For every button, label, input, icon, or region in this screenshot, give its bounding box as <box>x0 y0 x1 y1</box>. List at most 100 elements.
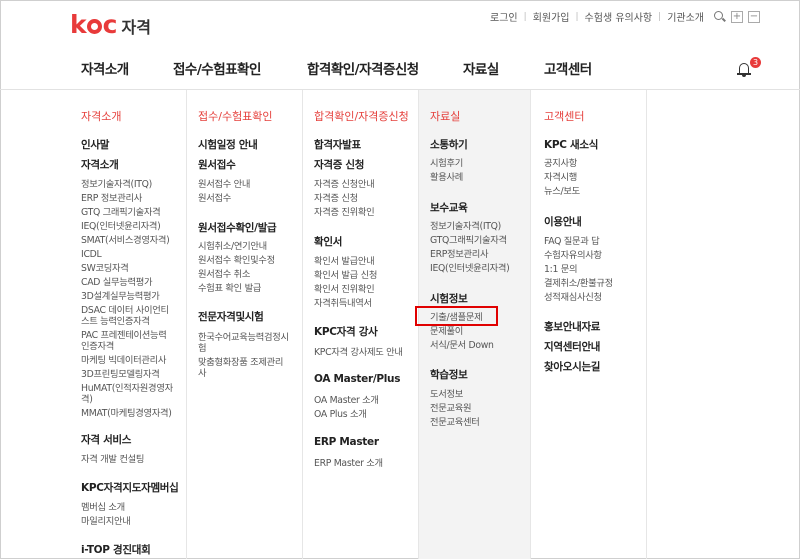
sec-continuing-edu[interactable]: 보수교육 <box>430 200 468 215</box>
menu-item[interactable]: 맞춤형화장품 조제관리 <box>198 356 283 369</box>
menu-item[interactable]: 원서접수 확인및수정 <box>198 254 275 267</box>
menu-item[interactable]: 서식/문서 Down <box>430 339 494 352</box>
sec-exam-info[interactable]: 시험정보 <box>430 291 468 306</box>
menu-item[interactable]: ERP 정보관리사 <box>81 192 142 205</box>
menu-col-pass: 합격확인/자격증신청 합격자발표 자격증 신청 자격증 신청안내 자격증 신청 … <box>302 90 418 559</box>
menu-item[interactable]: 자격증 진위확인 <box>314 206 375 219</box>
menu-item[interactable]: SMAT(서비스경영자격) <box>81 234 170 247</box>
menu-item[interactable]: 인증자격 <box>81 340 114 353</box>
sec-itop-contest[interactable]: i-TOP 경진대회 <box>81 542 151 557</box>
menu-item[interactable]: 스트 능력인증자격 <box>81 315 150 328</box>
menu-item[interactable]: 1:1 문의 <box>544 263 578 276</box>
logo-title: 자격 <box>121 18 151 37</box>
sec-application-confirm[interactable]: 원서접수확인/발급 <box>198 220 277 235</box>
menu-item[interactable]: 결제취소/환불규정 <box>544 277 613 290</box>
menu-item[interactable]: 정보기술자격(ITQ) <box>430 220 501 233</box>
menu-item[interactable]: 자격취득내역서 <box>314 297 372 310</box>
menu-item[interactable]: 원서접수 안내 <box>198 178 250 191</box>
col-head-apply[interactable]: 접수/수험표확인 <box>198 108 273 124</box>
menu-item[interactable]: 시험취소/연기안내 <box>198 240 267 253</box>
menu-item[interactable]: 격) <box>81 393 93 406</box>
sec-usage-guide[interactable]: 이용안내 <box>544 214 582 229</box>
menu-item[interactable]: 험 <box>198 342 207 355</box>
menu-item[interactable]: GTQ 그래픽기술자격 <box>81 206 161 219</box>
sec-exam-schedule[interactable]: 시험일정 안내 <box>198 137 258 152</box>
menu-col-customer: 고객센터 KPC 새소식 공지사항 자격시행 뉴스/보도 이용안내 FAQ 질문… <box>530 90 646 559</box>
sec-erp-master[interactable]: ERP Master <box>314 436 379 448</box>
menu-item[interactable]: 뉴스/보도 <box>544 185 580 198</box>
about-link[interactable]: 기관소개 <box>667 9 704 24</box>
bell-icon[interactable] <box>737 63 751 77</box>
kpc-logo[interactable]: kc 자격 <box>70 12 151 38</box>
menu-item[interactable]: 자격증 신청안내 <box>314 178 375 191</box>
menu-item[interactable]: 정보기술자격(ITQ) <box>81 178 152 191</box>
zoom-out-button[interactable]: − <box>748 10 760 23</box>
menu-item[interactable]: 확인서 발급안내 <box>314 255 375 268</box>
menu-item[interactable]: 전문교육원 <box>430 402 472 415</box>
menu-item[interactable]: 원서접수 <box>198 192 231 205</box>
menu-item[interactable]: 자격증 신청 <box>314 192 358 205</box>
col-head-pass[interactable]: 합격확인/자격증신청 <box>314 108 409 124</box>
sec-study-info[interactable]: 학습정보 <box>430 367 468 382</box>
menu-item[interactable]: 사 <box>198 367 207 380</box>
col-head-customer[interactable]: 고객센터 <box>544 108 584 124</box>
menu-item[interactable]: 3D프린팅모델링자격 <box>81 368 160 381</box>
sec-application[interactable]: 원서접수 <box>198 157 236 172</box>
col-head-resources[interactable]: 자료실 <box>430 108 460 124</box>
menu-item[interactable]: 수험표 확인 발급 <box>198 282 261 295</box>
menu-item[interactable]: 한국수어교육능력검정시 <box>198 331 289 344</box>
menu-item[interactable]: 마일리지안내 <box>81 515 131 528</box>
sec-directions[interactable]: 찾아오시는길 <box>544 359 600 374</box>
menu-item[interactable]: 공지사항 <box>544 157 577 170</box>
menu-item[interactable]: IEQ(인터넷윤리자격) <box>430 262 510 275</box>
menu-item[interactable]: HuMAT(인적자원경영자 <box>81 382 173 395</box>
sec-membership[interactable]: KPC자격지도자멤버십 <box>81 480 179 495</box>
menu-item[interactable]: FAQ 질문과 답 <box>544 235 600 248</box>
menu-item[interactable]: 자격 개발 컨설팅 <box>81 453 144 466</box>
login-link[interactable]: 로그인 <box>490 9 518 24</box>
sec-professional-exam[interactable]: 전문자격및시험 <box>198 309 264 324</box>
menu-item[interactable]: MMAT(마케팅경영자격) <box>81 407 172 420</box>
menu-item[interactable]: OA Master 소개 <box>314 394 379 407</box>
sec-oa-master[interactable]: OA Master/Plus <box>314 373 400 385</box>
signup-link[interactable]: 회원가입 <box>533 9 570 24</box>
menu-item[interactable]: ERP Master 소개 <box>314 457 383 470</box>
menu-item[interactable]: 멤버십 소개 <box>81 501 125 514</box>
sec-kpc-news[interactable]: KPC 새소식 <box>544 137 598 152</box>
menu-item[interactable]: IEQ(인터넷윤리자격) <box>81 220 161 233</box>
menu-item[interactable]: SW코딩자격 <box>81 262 129 275</box>
col-head-qualification[interactable]: 자격소개 <box>81 108 121 124</box>
sec-greeting[interactable]: 인사말 <box>81 137 109 152</box>
menu-item[interactable]: 마케팅 빅데이터관리사 <box>81 354 166 367</box>
search-icon[interactable] <box>714 10 726 23</box>
menu-item[interactable]: CAD 실무능력평가 <box>81 276 153 289</box>
sec-cert-apply[interactable]: 자격증 신청 <box>314 157 364 172</box>
menu-item[interactable]: 성적재심사신청 <box>544 291 602 304</box>
menu-item[interactable]: 확인서 진위확인 <box>314 283 375 296</box>
sec-qualification-intro[interactable]: 자격소개 <box>81 157 119 172</box>
menu-item[interactable]: ICDL <box>81 248 102 261</box>
menu-item[interactable]: KPC자격 강사제도 안내 <box>314 346 403 359</box>
menu-item[interactable]: ERP정보관리사 <box>430 248 489 261</box>
sec-pass-announce[interactable]: 합격자발표 <box>314 137 361 152</box>
sec-lecturer[interactable]: KPC자격 강사 <box>314 324 378 339</box>
menu-item[interactable]: 수험자유의사항 <box>544 249 602 262</box>
menu-item[interactable]: 전문교육센터 <box>430 416 480 429</box>
sec-qualification-service[interactable]: 자격 서비스 <box>81 432 131 447</box>
menu-item[interactable]: 3D설계실무능력평가 <box>81 290 160 303</box>
menu-item[interactable]: 자격시행 <box>544 171 577 184</box>
menu-item[interactable]: OA Plus 소개 <box>314 408 367 421</box>
menu-item[interactable]: 시험후기 <box>430 157 463 170</box>
menu-item[interactable]: 확인서 발급 신청 <box>314 269 377 282</box>
menu-item[interactable]: 도서정보 <box>430 388 463 401</box>
zoom-in-button[interactable]: + <box>731 10 743 23</box>
sec-confirmation[interactable]: 확인서 <box>314 234 342 249</box>
menu-item[interactable]: 문제풀이 <box>430 325 463 338</box>
sec-promo-materials[interactable]: 홍보안내자료 <box>544 319 600 334</box>
menu-item[interactable]: GTQ그래픽기술자격 <box>430 234 507 247</box>
exam-notice-link[interactable]: 수험생 유의사항 <box>585 9 653 24</box>
sec-communication[interactable]: 소통하기 <box>430 137 468 152</box>
sec-regional-centers[interactable]: 지역센터안내 <box>544 339 600 354</box>
menu-item[interactable]: 원서접수 취소 <box>198 268 250 281</box>
menu-item[interactable]: 활용사례 <box>430 171 463 184</box>
